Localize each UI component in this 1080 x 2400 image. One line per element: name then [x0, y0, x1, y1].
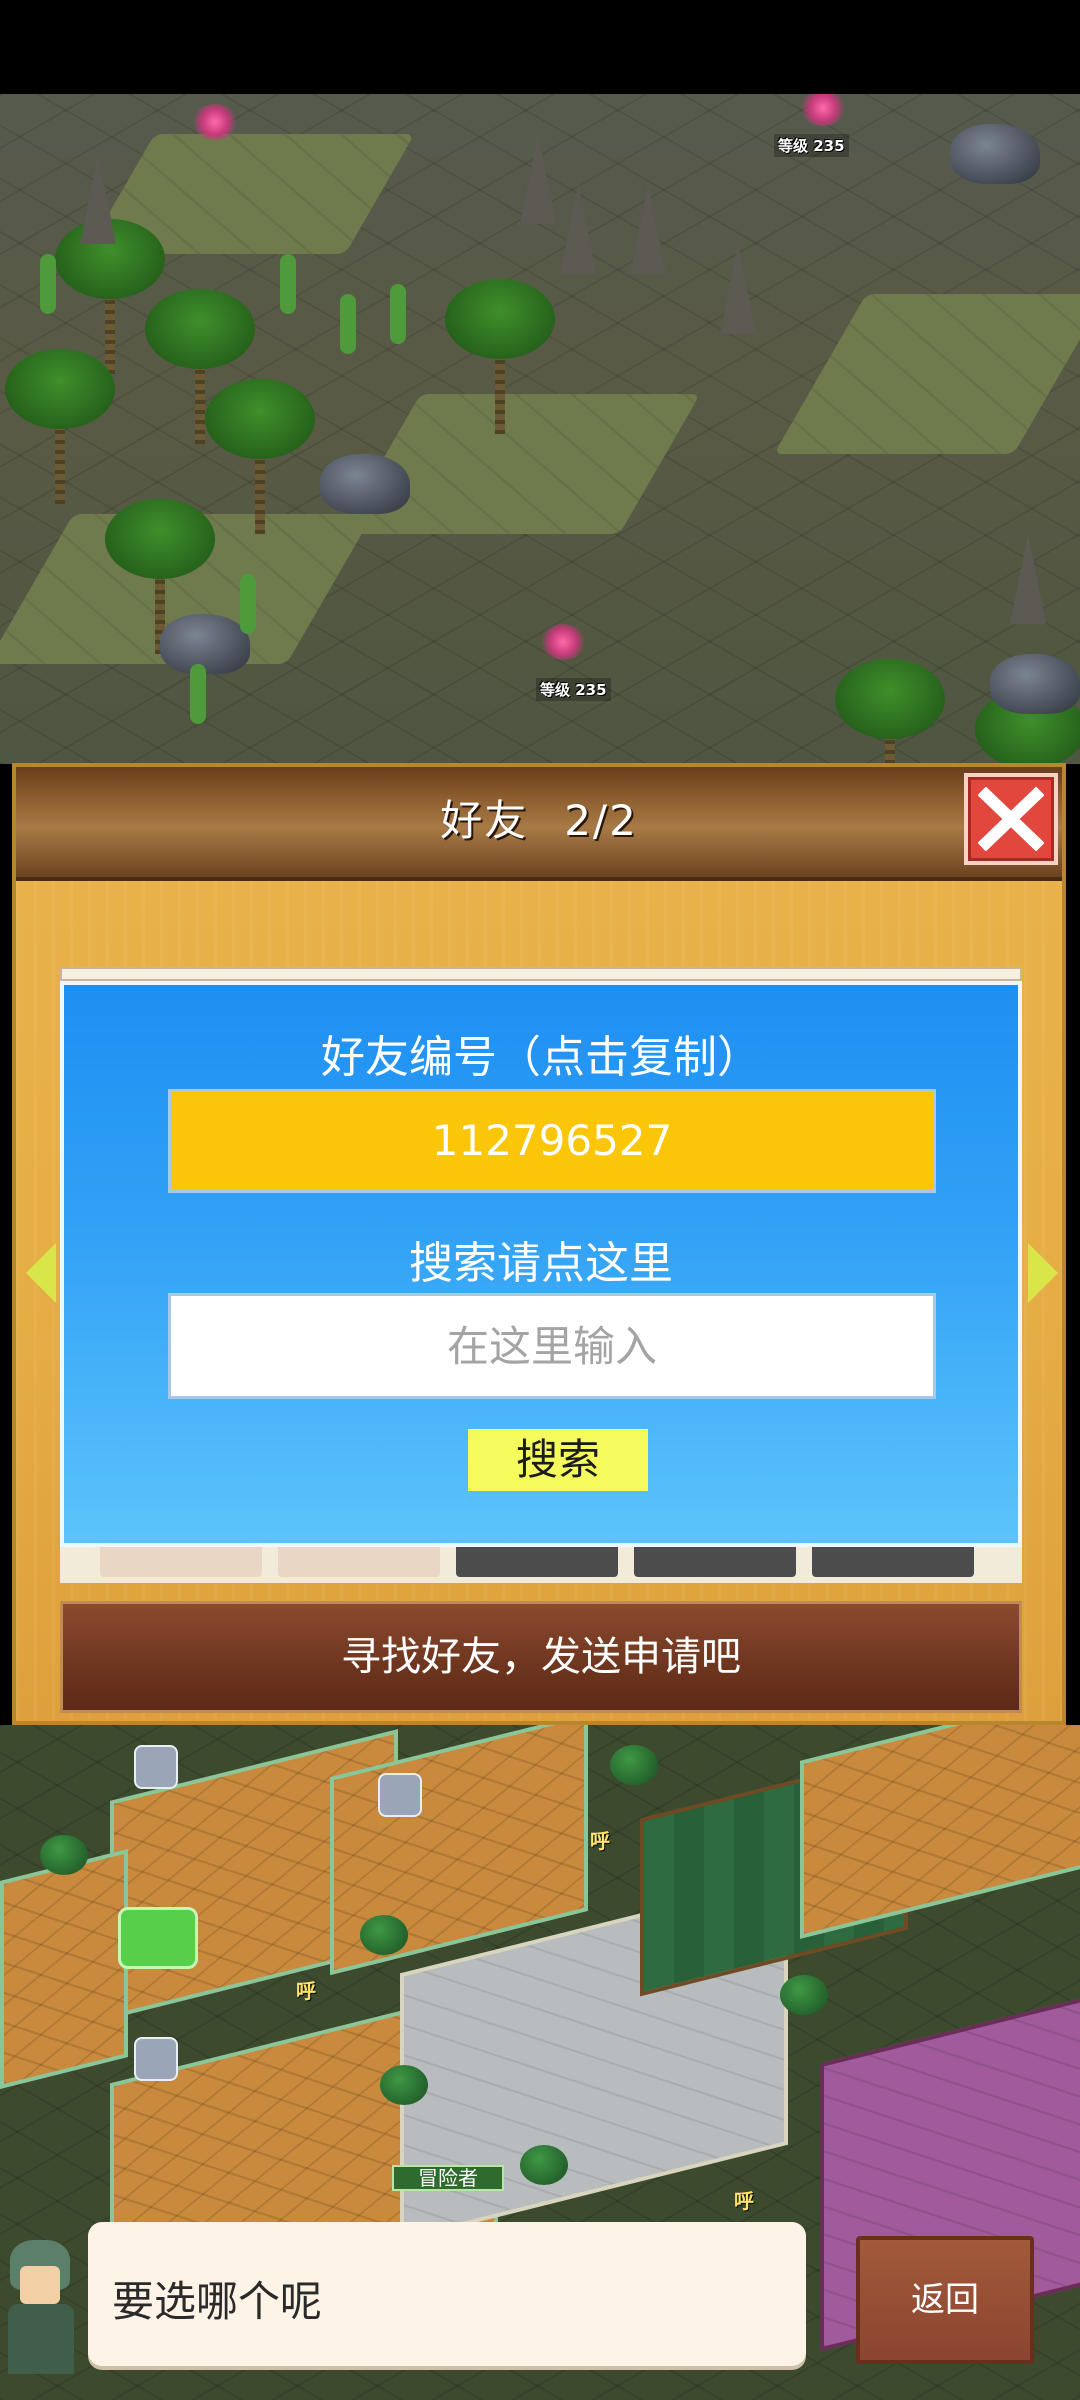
dialog-header: 好友 2/2 [16, 767, 1062, 881]
rock-spike [520, 134, 556, 224]
friend-count: 2/2 [564, 796, 638, 845]
cactus [280, 254, 296, 314]
find-friends-button[interactable]: 寻找好友，发送申请吧 [60, 1601, 1022, 1713]
friend-search-input[interactable] [168, 1293, 936, 1399]
rock [160, 614, 250, 674]
speech-huh: 呼 [296, 1979, 316, 2003]
rock-spike [80, 154, 116, 244]
previous-arrow-icon[interactable] [26, 1243, 56, 1303]
grass-patch [773, 294, 1080, 454]
rock [950, 124, 1040, 184]
game-map-top[interactable]: 等级 235 等级 235 [0, 94, 1080, 764]
friend-card-empty[interactable] [812, 1547, 974, 1577]
friend-card-empty[interactable] [456, 1547, 618, 1577]
friend-card-row [60, 1547, 1022, 1583]
bush [380, 2065, 428, 2105]
cactus [340, 294, 356, 354]
friends-dialog: 好友 2/2 好友编号（点击复制） 112796527 搜索请点这里 搜索 寻找好… [12, 763, 1066, 1725]
speech-huh: 呼 [734, 2189, 754, 2213]
speech-huh: 呼 [590, 1829, 610, 1853]
cactus [40, 254, 56, 314]
search-label: 搜索请点这里 [409, 1238, 673, 1289]
friend-id-copy-box[interactable]: 112796527 [168, 1089, 936, 1193]
dialog-title: 好友 2/2 [16, 787, 1062, 848]
monster-sparkle[interactable] [192, 104, 238, 140]
rock-spike [1010, 534, 1046, 624]
bush [610, 1745, 658, 1785]
rock-spike [560, 184, 596, 274]
speech-bubble: 要选哪个呢 [88, 2222, 806, 2366]
cactus [240, 574, 256, 634]
resident-pin-icon[interactable] [378, 1773, 422, 1817]
bush [360, 1915, 408, 1955]
close-button[interactable] [964, 773, 1058, 865]
bush [40, 1835, 88, 1875]
next-arrow-icon[interactable] [1028, 1243, 1058, 1303]
rock [990, 654, 1080, 714]
speech-text: 要选哪个呢 [112, 2277, 323, 2326]
resident-pin-icon[interactable] [134, 1745, 178, 1789]
wooden-deck [800, 1725, 1080, 1939]
cactus [190, 664, 206, 724]
search-button[interactable]: 搜索 [468, 1429, 648, 1491]
monster-sparkle[interactable] [800, 94, 846, 126]
rock-spike [720, 244, 756, 334]
rock [320, 454, 410, 514]
adventurer-tag: 冒险者 [392, 2165, 504, 2191]
friend-id-label: 好友编号（点击复制） [321, 1032, 761, 1083]
game-screen: 等级 235 等级 235 呼 呼 呼 冒险者 好友 2/2 好友编号（点击复制… [0, 0, 1080, 2400]
friend-card[interactable] [278, 1547, 440, 1577]
bush [520, 2145, 568, 2185]
monster-level-label: 等级 235 [536, 678, 611, 701]
cactus [390, 284, 406, 344]
status-bar [0, 0, 1080, 94]
friends-pin-icon[interactable] [118, 1907, 198, 1969]
back-button[interactable]: 返回 [856, 2236, 1034, 2364]
friend-search-panel: 好友编号（点击复制） 112796527 搜索请点这里 搜索 [60, 981, 1022, 1547]
rock-spike [630, 184, 666, 274]
monster-level-label: 等级 235 [774, 134, 849, 157]
tab-strip [60, 967, 1022, 981]
wooden-deck [0, 1849, 128, 2089]
friend-card-empty[interactable] [634, 1547, 796, 1577]
monster-sparkle[interactable] [540, 624, 586, 660]
friend-card[interactable] [100, 1547, 262, 1577]
dialog-title-text: 好友 [440, 796, 529, 845]
close-x-icon [978, 787, 1044, 851]
bush [780, 1975, 828, 2015]
character-portrait [0, 2232, 90, 2382]
resident-pin-icon[interactable] [134, 2037, 178, 2081]
